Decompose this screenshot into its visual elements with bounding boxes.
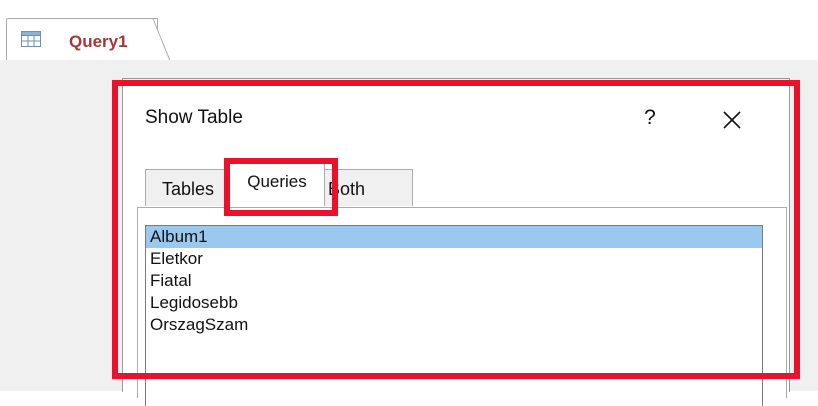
- query-icon: [21, 31, 41, 47]
- list-item[interactable]: Album1: [146, 226, 762, 248]
- document-tab-bar: Query1: [0, 10, 818, 62]
- top-caption-strip: [0, 0, 818, 10]
- show-table-dialog: Show Table ? Tables Queries Both Album1 …: [122, 78, 790, 406]
- dialog-title: Show Table: [145, 107, 243, 128]
- dialog-tab-strip: Tables Queries Both: [145, 163, 785, 207]
- document-tab-label: Query1: [69, 32, 128, 51]
- list-item[interactable]: Fiatal: [146, 270, 762, 292]
- tab-tables[interactable]: Tables: [145, 169, 231, 206]
- close-button[interactable]: [715, 103, 749, 137]
- help-button[interactable]: ?: [635, 103, 665, 133]
- query-list[interactable]: Album1 Eletkor Fiatal Legidosebb OrszagS…: [145, 225, 763, 406]
- close-icon: [723, 111, 741, 129]
- list-item[interactable]: OrszagSzam: [146, 314, 762, 336]
- list-item[interactable]: Eletkor: [146, 248, 762, 270]
- document-tab-query1[interactable]: Query1: [6, 18, 158, 62]
- list-item[interactable]: Legidosebb: [146, 292, 762, 314]
- tab-queries[interactable]: Queries: [229, 163, 325, 206]
- tab-both[interactable]: Both: [323, 169, 413, 206]
